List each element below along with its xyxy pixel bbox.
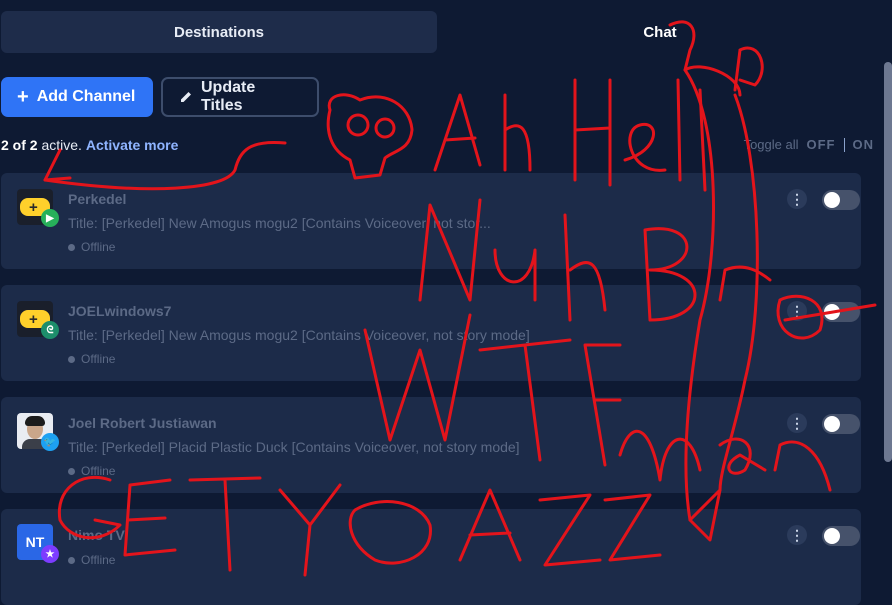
play-badge-icon: ▶ xyxy=(41,209,59,227)
channel-toggle[interactable] xyxy=(822,526,860,546)
tab-bar: Destinations Chat xyxy=(0,11,892,53)
add-channel-label: Add Channel xyxy=(36,88,136,105)
dragon-badge-icon: ᘓ xyxy=(41,321,59,339)
channel-toggle[interactable] xyxy=(822,414,860,434)
toggle-all-off[interactable]: OFF xyxy=(807,137,836,152)
more-options-icon[interactable]: ⋮ xyxy=(787,189,807,209)
toggle-knob xyxy=(824,304,840,320)
more-options-icon[interactable]: ⋮ xyxy=(787,301,807,321)
toggle-knob xyxy=(824,416,840,432)
pencil-icon xyxy=(180,92,191,102)
channel-title: Title: [Perkedel] New Amogus mogu2 [Cont… xyxy=(68,215,491,231)
channel-card: + ᘓ JOELwindows7 Title: [Perkedel] New A… xyxy=(1,285,861,381)
channel-toggle[interactable] xyxy=(822,302,860,322)
status-dot xyxy=(68,467,75,475)
status-text: Offline xyxy=(81,352,116,366)
channel-status: Offline xyxy=(68,352,115,366)
channel-card: 🐦 Joel Robert Justiawan Title: [Perkedel… xyxy=(1,397,861,493)
plus-icon: + xyxy=(17,86,29,108)
toggle-all: Toggle all OFF ON xyxy=(744,137,874,152)
channel-title: Title: [Perkedel] Placid Plastic Duck [C… xyxy=(68,439,520,455)
status-text: Offline xyxy=(81,240,116,254)
status-text: Offline xyxy=(81,553,116,567)
channel-name: JOELwindows7 xyxy=(68,303,172,319)
channel-card: + ▶ Perkedel Title: [Perkedel] New Amogu… xyxy=(1,173,861,269)
update-titles-button[interactable]: Update Titles xyxy=(161,77,319,117)
active-count: 2 of 2 xyxy=(1,137,38,153)
scrollbar[interactable] xyxy=(884,62,892,462)
active-summary: 2 of 2 active. Activate more xyxy=(1,137,178,153)
tab-destinations[interactable]: Destinations xyxy=(1,11,437,53)
tab-chat[interactable]: Chat xyxy=(600,11,720,53)
toolbar: + Add Channel Update Titles xyxy=(1,77,319,117)
status-dot xyxy=(68,556,75,564)
channel-toggle[interactable] xyxy=(822,190,860,210)
channel-name: Nimo TV xyxy=(68,527,125,543)
twitter-badge-icon: 🐦 xyxy=(41,433,59,451)
channel-title: Title: [Perkedel] New Amogus mogu2 [Cont… xyxy=(68,327,530,343)
channel-status: Offline xyxy=(68,240,115,254)
toggle-knob xyxy=(824,192,840,208)
update-titles-label: Update Titles xyxy=(200,79,256,114)
more-options-icon[interactable]: ⋮ xyxy=(787,525,807,545)
status-dot xyxy=(68,243,75,251)
activate-more-link[interactable]: Activate more xyxy=(86,137,179,153)
add-channel-button[interactable]: + Add Channel xyxy=(1,77,153,117)
channel-name: Joel Robert Justiawan xyxy=(68,415,217,431)
status-dot xyxy=(68,355,75,363)
active-text: active. xyxy=(37,137,82,153)
toggle-all-on[interactable]: ON xyxy=(853,137,875,152)
toggle-knob xyxy=(824,528,840,544)
status-text: Offline xyxy=(81,464,116,478)
channel-name: Perkedel xyxy=(68,191,127,207)
more-options-icon[interactable]: ⋮ xyxy=(787,413,807,433)
nimo-badge-icon: ★ xyxy=(41,545,59,563)
divider xyxy=(843,137,845,152)
channel-status: Offline xyxy=(68,464,115,478)
toggle-all-label: Toggle all xyxy=(743,137,799,152)
channel-status: Offline xyxy=(68,553,115,567)
channel-card: NT ★ Nimo TV Offline ⋮ xyxy=(1,509,861,605)
